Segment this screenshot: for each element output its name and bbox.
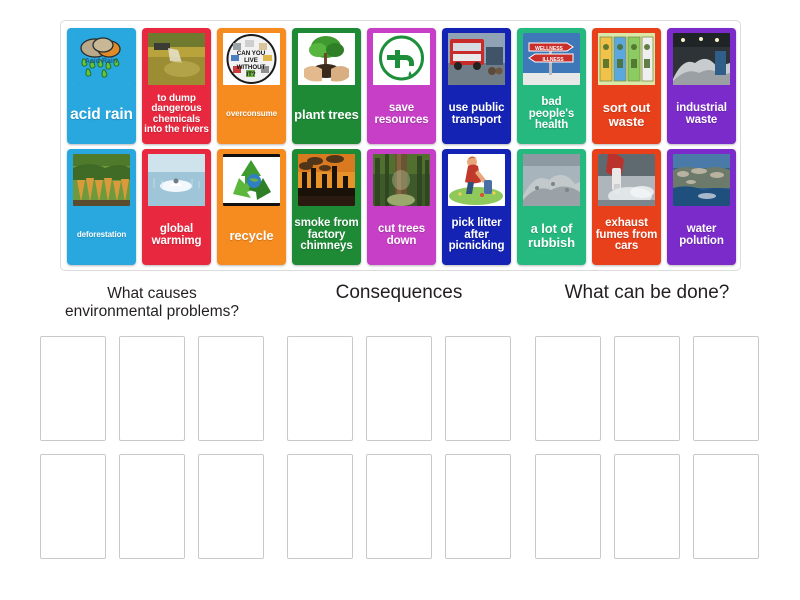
drop-slot[interactable]	[614, 454, 680, 559]
draggable-tile[interactable]: deforestation	[67, 149, 136, 265]
draggable-tile[interactable]: a lot of rubbish	[517, 149, 586, 265]
bucket-area: What causes environmental problems? Conseq…	[0, 282, 800, 559]
tile-label: a lot of rubbish	[528, 221, 575, 250]
tile-label: smoke from factory chimneys	[294, 216, 359, 253]
draggable-tile[interactable]: recycle	[217, 149, 286, 265]
bucket-title-line2: environmental problems?	[64, 303, 240, 321]
drop-slot[interactable]	[366, 454, 432, 559]
svg-text:IT?: IT?	[246, 71, 255, 78]
can-you-live-without-it-icon: CAN YOU LIVE WITHOUT IT?	[223, 33, 280, 85]
draggable-tile[interactable]: industrial waste	[667, 28, 736, 144]
tile-label: bad people's health	[528, 95, 575, 132]
tile-label: deforestation	[76, 230, 127, 240]
tile-label: acid rain	[70, 105, 133, 123]
bucket-title: Consequences	[335, 282, 463, 303]
draggable-tile[interactable]: save resources	[367, 28, 436, 144]
bucket-title: What causes environmental problems?	[65, 282, 239, 330]
draggable-tile[interactable]: cut trees down	[367, 149, 436, 265]
polluted-water-photo	[673, 154, 730, 206]
svg-text:WITHOUT: WITHOUT	[237, 64, 266, 71]
tile-tray-panel: Acid Rain acid rain to dump dangerous ch…	[60, 20, 741, 271]
drop-slot[interactable]	[445, 336, 511, 441]
sorting-activity-page: Acid Rain acid rain to dump dangerous ch…	[0, 0, 800, 600]
drop-slot[interactable]	[445, 454, 511, 559]
pipe-waste-river-photo	[148, 33, 205, 85]
draggable-tile[interactable]: to dump dangerous chemicals into the riv…	[142, 28, 211, 144]
drop-slot[interactable]	[693, 336, 759, 441]
forest-tree-trunk-photo	[373, 154, 430, 206]
recycling-bins-icon	[598, 33, 655, 85]
svg-text:Acid Rain: Acid Rain	[85, 58, 117, 65]
draggable-tile[interactable]: use public transport	[442, 28, 511, 144]
tile-label: industrial waste	[676, 101, 727, 126]
bucket-title: What can be done?	[564, 282, 730, 303]
tile-label: recycle	[229, 227, 274, 243]
tile-label: global warmimg	[151, 222, 202, 247]
bucket-group: Consequences	[274, 282, 524, 559]
draggable-tile[interactable]: WELLNESS ILLNESS bad people's health	[517, 28, 586, 144]
draggable-tile[interactable]: CAN YOU LIVE WITHOUT IT? overconsume	[217, 28, 286, 144]
drop-slot[interactable]	[198, 454, 264, 559]
drop-slot[interactable]	[119, 336, 185, 441]
cut-forest-stumps-photo	[73, 154, 130, 206]
bucket-group: What causes environmental problems?	[27, 282, 277, 559]
melting-iceberg-photo	[148, 154, 205, 206]
water-tap-green-icon	[373, 33, 430, 85]
bucket-slot-grid	[287, 336, 511, 559]
drop-slot[interactable]	[535, 336, 601, 441]
car-exhaust-pipe-photo	[598, 154, 655, 206]
tile-label: cut trees down	[377, 222, 426, 247]
tile-label: water polution	[679, 222, 724, 247]
tile-label: exhaust fumes from cars	[595, 216, 658, 253]
svg-text:ILLNESS: ILLNESS	[542, 57, 564, 63]
tile-label: pick litter after picnicking	[448, 216, 505, 253]
draggable-tile[interactable]: smoke from factory chimneys	[292, 149, 361, 265]
draggable-tile[interactable]: plant trees	[292, 28, 361, 144]
tile-row-1: Acid Rain acid rain to dump dangerous ch…	[67, 28, 736, 144]
drop-slot[interactable]	[366, 336, 432, 441]
drop-slot[interactable]	[287, 454, 353, 559]
svg-text:CAN YOU: CAN YOU	[237, 50, 266, 57]
drop-slot[interactable]	[614, 336, 680, 441]
tile-row-2: deforestation global warmimg recycle smo…	[67, 149, 736, 265]
drop-slot[interactable]	[198, 336, 264, 441]
acid-rain-cloud-icon: Acid Rain	[73, 33, 130, 85]
tile-label: sort out waste	[602, 100, 651, 129]
bucket-title-line1: What causes	[107, 285, 197, 302]
red-bus-photo	[448, 33, 505, 85]
drop-slot[interactable]	[119, 454, 185, 559]
tile-label: overconsume	[226, 109, 277, 119]
svg-text:LIVE: LIVE	[244, 57, 258, 64]
tile-label: use public transport	[448, 101, 505, 126]
bucket-slot-grid	[535, 336, 759, 559]
svg-text:WELLNESS: WELLNESS	[535, 46, 563, 52]
draggable-tile[interactable]: global warmimg	[142, 149, 211, 265]
tile-label: plant trees	[294, 106, 359, 122]
recycle-arrows-globe-icon	[223, 154, 280, 206]
draggable-tile[interactable]: pick litter after picnicking	[442, 149, 511, 265]
tile-label: to dump dangerous chemicals into the riv…	[144, 93, 209, 135]
wellness-illness-signpost-photo: WELLNESS ILLNESS	[523, 33, 580, 85]
factory-scrap-heap-photo	[673, 33, 730, 85]
tile-label: save resources	[374, 101, 429, 126]
hands-holding-sapling-photo	[298, 33, 355, 85]
drop-slot[interactable]	[40, 336, 106, 441]
bucket-slot-grid	[40, 336, 264, 559]
person-picking-litter-icon	[448, 154, 505, 206]
drop-slot[interactable]	[40, 454, 106, 559]
drop-slot[interactable]	[287, 336, 353, 441]
drop-slot[interactable]	[535, 454, 601, 559]
rubbish-heap-photo	[523, 154, 580, 206]
smokestacks-sunset-photo	[298, 154, 355, 206]
draggable-tile[interactable]: exhaust fumes from cars	[592, 149, 661, 265]
draggable-tile[interactable]: Acid Rain acid rain	[67, 28, 136, 144]
drop-slot[interactable]	[693, 454, 759, 559]
draggable-tile[interactable]: sort out waste	[592, 28, 661, 144]
draggable-tile[interactable]: water polution	[667, 149, 736, 265]
bucket-group: What can be done?	[522, 282, 772, 559]
